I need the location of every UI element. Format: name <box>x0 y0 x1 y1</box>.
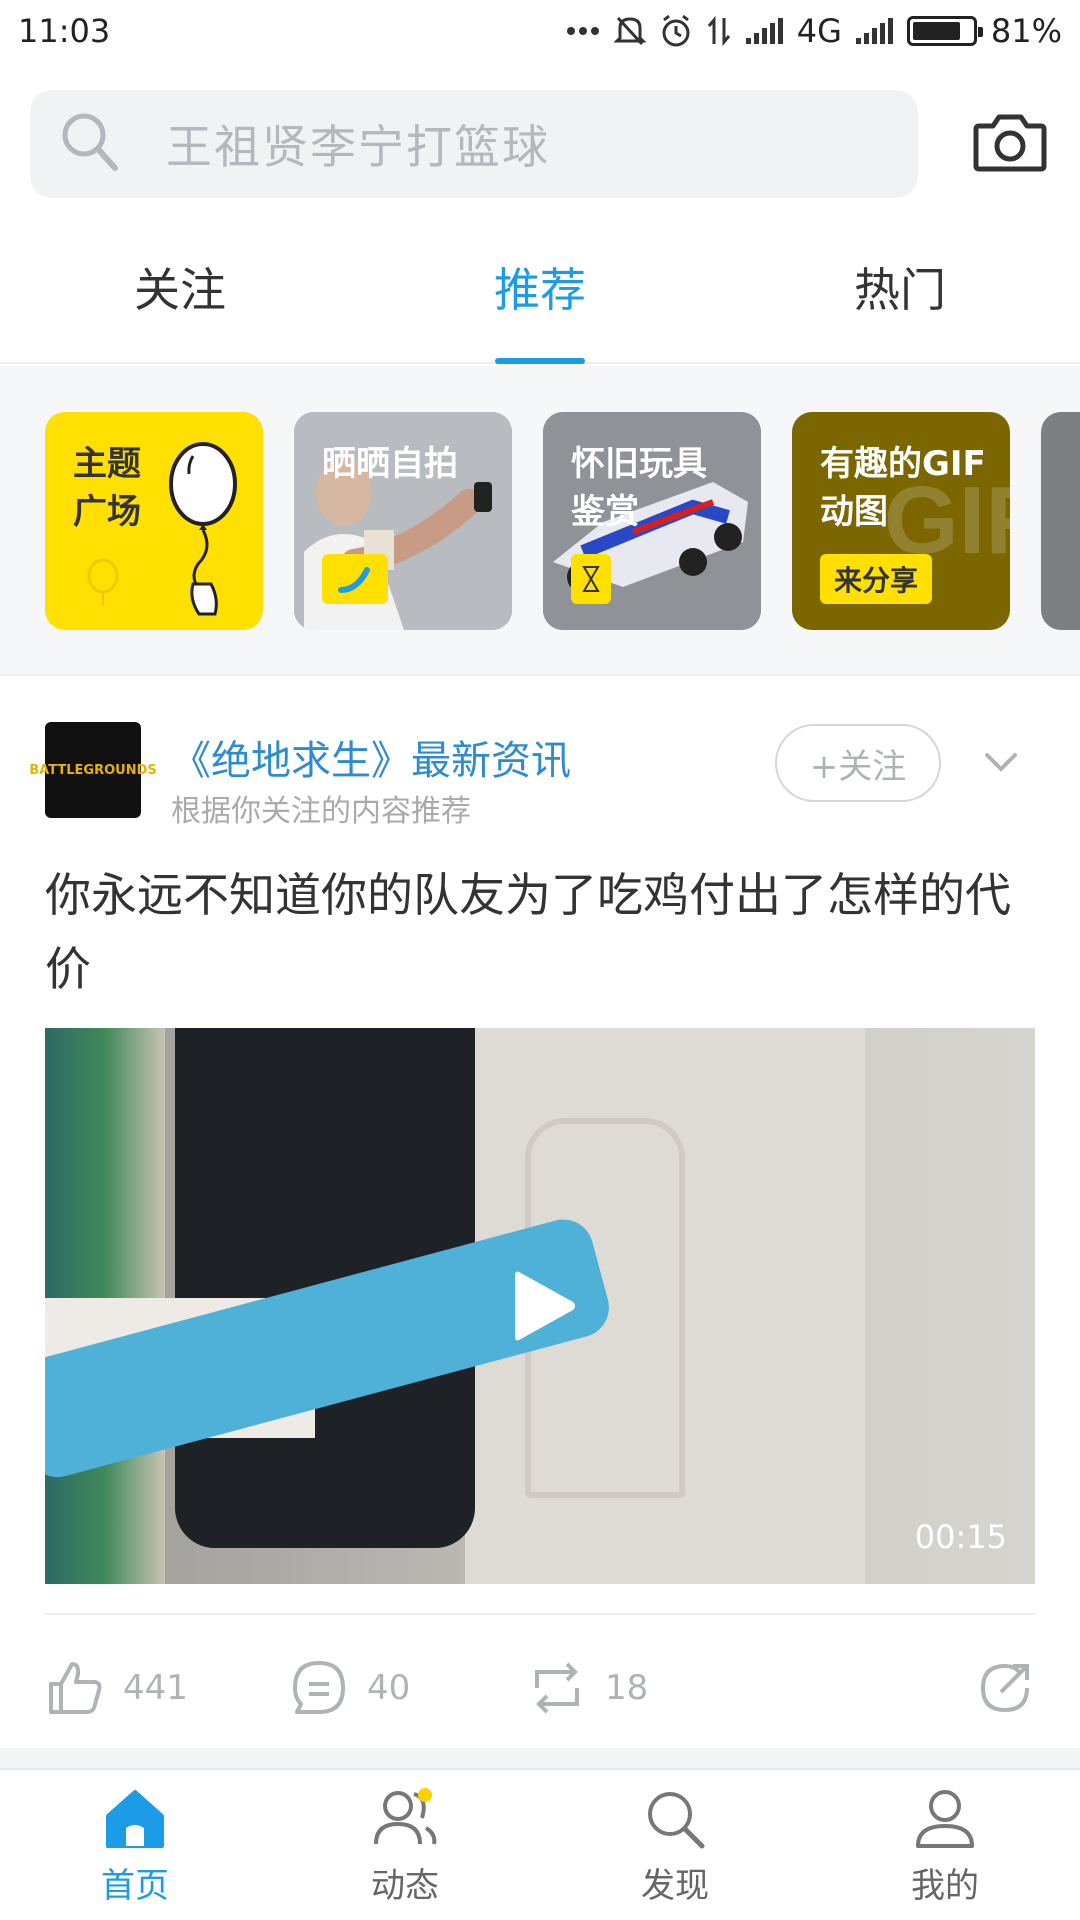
tab-follow[interactable]: 关注 <box>0 228 360 362</box>
repost-button[interactable]: 18 <box>527 1653 648 1723</box>
tab-label: 热门 <box>854 263 946 317</box>
post-actions: 441 40 18 <box>45 1653 1035 1723</box>
repost-count: 18 <box>605 1668 649 1708</box>
tab-label: 推荐 <box>494 263 586 317</box>
camera-button[interactable] <box>970 106 1050 182</box>
topic-card-plaza[interactable]: 主题 广场 <box>45 412 263 630</box>
source-name[interactable]: 《绝地求生》最新资讯 <box>171 728 571 786</box>
share-icon <box>980 1663 1029 1713</box>
nav-dynamics[interactable]: 动态 <box>270 1770 540 1920</box>
balloon-icon <box>169 442 237 616</box>
topic-title-line: 鉴赏 <box>571 492 639 532</box>
like-button[interactable]: 441 <box>45 1653 188 1723</box>
signal-icon <box>745 18 783 44</box>
follow-button[interactable]: +关注 <box>775 724 941 802</box>
comment-count: 40 <box>367 1668 411 1708</box>
hourglass-icon <box>582 566 600 592</box>
topic-title-line: 怀旧玩具 <box>571 444 707 484</box>
tab-recommend[interactable]: 推荐 <box>360 228 720 364</box>
avatar-logo: BATTLEGROUNDS <box>29 762 157 778</box>
search-row: 王祖贤李宁打篮球 <box>30 90 1050 198</box>
post-title[interactable]: 你永远不知道你的队友为了吃鸡付出了怎样的代价 <box>45 858 1035 1006</box>
nav-discover[interactable]: 发现 <box>540 1770 810 1920</box>
thumbs-up-icon <box>49 1662 102 1714</box>
topic-card-partial[interactable] <box>1041 412 1080 630</box>
signal-icon-2 <box>855 18 893 44</box>
topics-strip: 主题 广场 晒晒自拍 怀旧玩具 鉴赏 GI 有趣的GIF 动图 来分享 <box>0 366 1080 676</box>
nav-label: 首页 <box>101 1866 169 1906</box>
search-icon <box>648 1792 705 1849</box>
person-icon <box>916 1790 974 1848</box>
topic-card-gif[interactable]: GIF 有趣的GIF 动图 来分享 <box>792 412 1010 630</box>
active-tab-indicator <box>495 358 585 364</box>
data-transfer-icon <box>706 13 732 49</box>
feed-post: BATTLEGROUNDS 《绝地求生》最新资讯 根据你关注的内容推荐 +关注 … <box>0 678 1080 1748</box>
nav-mine[interactable]: 我的 <box>810 1770 1080 1920</box>
status-bar: 11:03 4G 81% <box>0 0 1080 62</box>
search-icon <box>60 111 120 177</box>
topic-title-line: 晒晒自拍 <box>322 444 458 484</box>
nav-label: 我的 <box>911 1866 979 1906</box>
topic-badge-share: 来分享 <box>820 554 933 604</box>
topic-title-line: 有趣的GIF <box>820 444 986 484</box>
feed-tabs: 关注 推荐 热门 <box>0 228 1080 364</box>
home-icon <box>106 1790 164 1848</box>
battery-icon <box>906 16 983 46</box>
topic-title-line: 广场 <box>73 492 141 532</box>
source-subtitle: 根据你关注的内容推荐 <box>171 794 471 829</box>
search-input[interactable]: 王祖贤李宁打篮球 <box>30 90 918 198</box>
post-header: BATTLEGROUNDS 《绝地求生》最新资讯 根据你关注的内容推荐 +关注 <box>29 722 1035 829</box>
video-duration: 00:15 <box>914 1518 1007 1556</box>
tab-label: 关注 <box>134 263 226 317</box>
post-divider <box>45 1613 1035 1615</box>
video-player[interactable]: 00:15 <box>45 1028 1035 1584</box>
alarm-icon <box>660 13 692 49</box>
topic-title: 怀旧玩具 鉴赏 <box>571 440 707 536</box>
more-dots-icon <box>566 13 600 49</box>
mute-bell-icon <box>613 13 646 49</box>
play-icon[interactable] <box>513 1268 577 1344</box>
status-time: 11:03 <box>18 12 111 50</box>
topic-title: 主题 广场 <box>73 440 141 536</box>
tab-hot[interactable]: 热门 <box>720 228 1080 362</box>
comment-button[interactable]: 40 <box>289 1653 410 1723</box>
chevron-down-icon[interactable] <box>981 742 1021 782</box>
battery-percent: 81% <box>990 12 1062 50</box>
selfie-stick-icon <box>338 567 370 593</box>
status-icons: 4G 81% <box>566 12 1062 50</box>
topic-card-toys[interactable]: 怀旧玩具 鉴赏 <box>543 412 761 630</box>
avatar[interactable]: BATTLEGROUNDS <box>29 722 157 818</box>
topic-card-selfie[interactable]: 晒晒自拍 <box>294 412 512 630</box>
notification-dot <box>418 1788 432 1802</box>
topic-title-line: 主题 <box>73 444 141 484</box>
feed-gap <box>0 1748 1080 1768</box>
bottom-nav: 首页 动态 发现 我的 <box>0 1768 1080 1920</box>
comment-icon <box>293 1661 345 1714</box>
camera-icon <box>973 112 1047 176</box>
nav-home[interactable]: 首页 <box>0 1770 270 1920</box>
search-placeholder: 王祖贤李宁打篮球 <box>166 120 550 174</box>
small-balloon-icon <box>87 558 119 606</box>
nav-label: 动态 <box>371 1866 439 1906</box>
topic-title: 晒晒自拍 <box>322 440 458 488</box>
topic-badge <box>571 554 611 604</box>
share-button[interactable] <box>975 1653 1035 1723</box>
topic-title-line: 动图 <box>820 492 888 532</box>
topic-badge <box>322 554 388 604</box>
network-label: 4G <box>796 12 842 50</box>
topic-title: 有趣的GIF 动图 <box>820 440 986 536</box>
like-count: 441 <box>123 1668 188 1708</box>
nav-label: 发现 <box>641 1866 709 1906</box>
battery-fill <box>912 22 960 40</box>
repost-icon <box>535 1662 579 1714</box>
